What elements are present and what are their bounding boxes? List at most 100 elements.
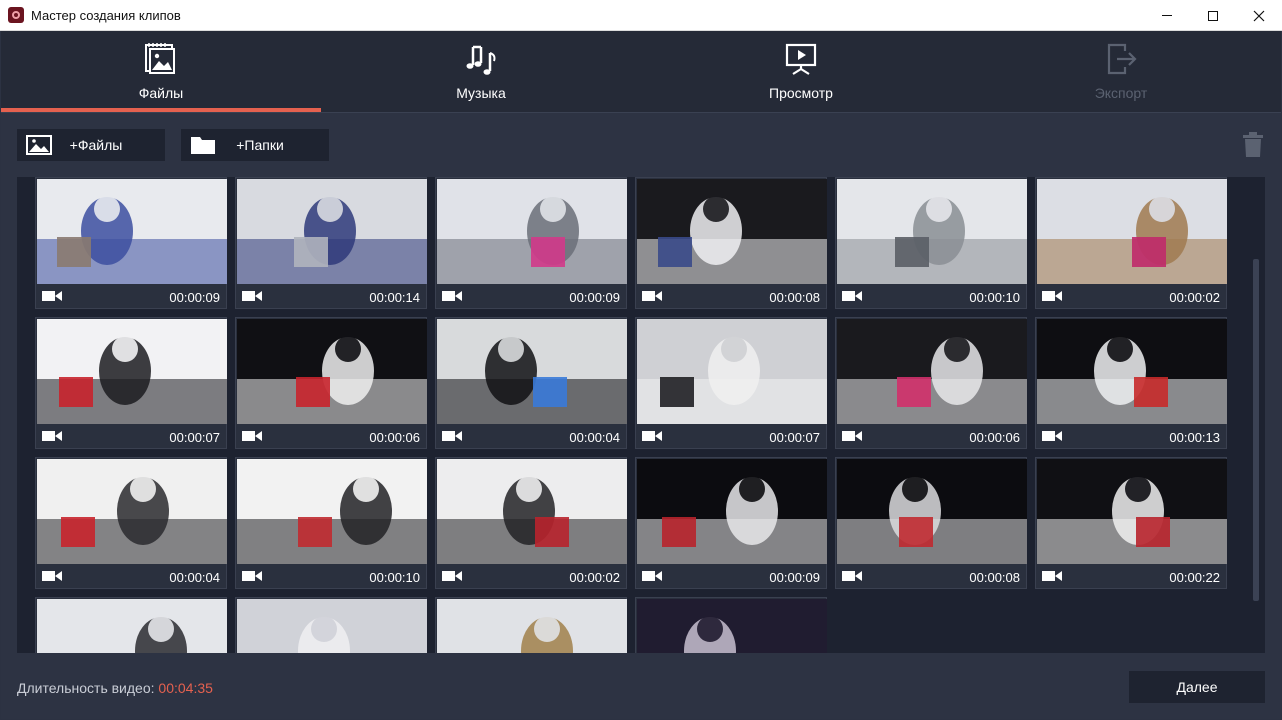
clip-duration: 00:00:02 [1169, 290, 1220, 305]
add-files-button[interactable]: +Файлы [17, 129, 165, 161]
clip-duration: 00:00:09 [169, 290, 220, 305]
gallery-scrollbar[interactable] [1249, 177, 1263, 653]
tab-preview-label: Просмотр [769, 85, 833, 101]
clip-duration: 00:00:08 [969, 570, 1020, 585]
close-button[interactable] [1236, 0, 1282, 31]
clip-duration: 00:00:06 [969, 430, 1020, 445]
clip-preview-image [1037, 459, 1227, 564]
clip-preview-image [837, 459, 1027, 564]
video-duration: Длительность видео: 00:04:35 [17, 680, 213, 696]
tab-files[interactable]: Файлы [1, 31, 321, 113]
clip-thumbnail[interactable]: 00:00:07 [35, 317, 227, 449]
minimize-icon [1162, 15, 1172, 16]
clip-preview-image [437, 319, 627, 424]
clip-preview-image [437, 179, 627, 284]
minimize-button[interactable] [1144, 0, 1190, 31]
tab-music-label: Музыка [456, 85, 506, 101]
tab-music[interactable]: Музыка [321, 31, 641, 113]
music-icon [466, 45, 496, 75]
clip-duration: 00:00:02 [569, 570, 620, 585]
trash-icon[interactable] [1241, 132, 1265, 158]
duration-label: Длительность видео: [17, 680, 155, 696]
clip-thumbnail[interactable]: 00:00:06 [835, 317, 1027, 449]
video-camera-icon [842, 291, 862, 301]
clip-preview-image [1037, 179, 1227, 284]
clip-preview-image [437, 599, 627, 653]
clip-preview-image [837, 319, 1027, 424]
clip-duration: 00:00:10 [969, 290, 1020, 305]
clip-thumbnail[interactable]: 00:00:08 [835, 457, 1027, 589]
clip-duration: 00:00:06 [369, 430, 420, 445]
video-camera-icon [42, 291, 62, 301]
video-camera-icon [842, 571, 862, 581]
video-camera-icon [442, 431, 462, 441]
video-camera-icon [442, 291, 462, 301]
video-camera-icon [242, 431, 262, 441]
video-camera-icon [442, 571, 462, 581]
preview-icon [785, 43, 817, 75]
clip-thumbnail[interactable]: 00:00:02 [1035, 177, 1227, 309]
clip-preview-image [37, 599, 227, 653]
clip-thumbnail[interactable]: 00:00:08 [635, 177, 827, 309]
clip-thumbnail[interactable]: 00:00:07 [635, 317, 827, 449]
clip-thumbnail[interactable]: 00:00:09 [635, 457, 827, 589]
video-camera-icon [42, 431, 62, 441]
clip-thumbnail[interactable]: 00:00:09 [35, 177, 227, 309]
clip-preview-image [37, 319, 227, 424]
clip-preview-image [37, 179, 227, 284]
clip-thumbnail[interactable]: 00:00:13 [1035, 317, 1227, 449]
tab-export[interactable]: Экспорт [961, 31, 1281, 113]
clip-preview-image [437, 459, 627, 564]
add-folders-button[interactable]: +Папки [181, 129, 329, 161]
window-title: Мастер создания клипов [31, 8, 181, 23]
video-camera-icon [842, 431, 862, 441]
wizard-tabbar: Файлы Музыка Просмотр Экспорт [1, 31, 1281, 113]
clip-thumbnail[interactable]: 00:00:14 [235, 177, 427, 309]
clip-duration: 00:00:09 [569, 290, 620, 305]
clip-thumbnail[interactable] [635, 597, 827, 653]
video-camera-icon [1042, 291, 1062, 301]
clip-preview-image [237, 459, 427, 564]
app-icon [8, 7, 24, 23]
clip-gallery[interactable]: 00:00:09 00:00:14 00:00:09 00:00:08 00:00:10… [17, 177, 1265, 653]
video-camera-icon [642, 431, 662, 441]
clip-preview-image [637, 599, 827, 653]
tab-preview[interactable]: Просмотр [641, 31, 961, 113]
clip-thumbnail[interactable] [235, 597, 427, 653]
scroll-thumb[interactable] [1253, 259, 1259, 601]
clip-duration: 00:00:09 [769, 570, 820, 585]
tab-export-label: Экспорт [1094, 85, 1148, 101]
close-icon [1253, 10, 1265, 21]
clip-duration: 00:00:07 [169, 430, 220, 445]
clip-thumbnail[interactable]: 00:00:22 [1035, 457, 1227, 589]
video-camera-icon [242, 291, 262, 301]
clip-thumbnail[interactable]: 00:00:04 [35, 457, 227, 589]
video-camera-icon [1042, 571, 1062, 581]
images-icon [145, 43, 175, 74]
clip-thumbnail[interactable]: 00:00:04 [435, 317, 627, 449]
next-button[interactable]: Далее [1129, 671, 1265, 703]
video-camera-icon [642, 291, 662, 301]
clip-preview-image [237, 179, 427, 284]
clip-thumbnail[interactable] [435, 597, 627, 653]
add-folders-label: +Папки [236, 137, 284, 153]
tab-files-label: Файлы [138, 85, 184, 101]
clip-preview-image [237, 599, 427, 653]
clip-thumbnail[interactable]: 00:00:09 [435, 177, 627, 309]
export-icon [1107, 43, 1137, 75]
maximize-button[interactable] [1190, 0, 1236, 31]
video-camera-icon [242, 571, 262, 581]
clip-thumbnail[interactable]: 00:00:06 [235, 317, 427, 449]
clip-duration: 00:00:04 [569, 430, 620, 445]
clip-duration: 00:00:08 [769, 290, 820, 305]
title-bar: Мастер создания клипов [0, 0, 1282, 31]
clip-duration: 00:00:13 [1169, 430, 1220, 445]
clip-preview-image [837, 179, 1027, 284]
clip-thumbnail[interactable] [35, 597, 227, 653]
clip-thumbnail[interactable]: 00:00:10 [835, 177, 1027, 309]
clip-thumbnail[interactable]: 00:00:02 [435, 457, 627, 589]
clip-preview-image [237, 319, 427, 424]
clip-thumbnail[interactable]: 00:00:10 [235, 457, 427, 589]
clip-preview-image [637, 459, 827, 564]
video-camera-icon [42, 571, 62, 581]
